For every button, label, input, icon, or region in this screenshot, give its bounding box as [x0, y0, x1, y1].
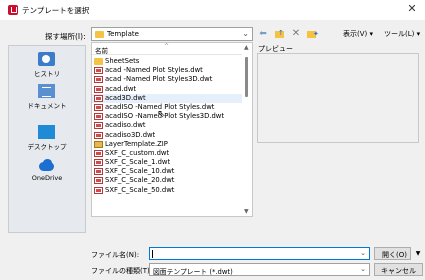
file-list-item[interactable]: acad -Named Plot Styles3D.dwt: [92, 75, 242, 84]
file-list-item[interactable]: SXF_C_Scale_10.dwt: [92, 167, 242, 176]
folder-icon: [95, 31, 104, 38]
up-arrow-icon: ↑: [278, 29, 284, 37]
dwt-file-icon: [94, 159, 103, 167]
places-sidebar: ヒストリ ドキュメント デスクトップ OneDrive: [8, 45, 86, 233]
preview-pane: [257, 53, 419, 143]
cancel-button-label: キャンセル: [381, 267, 416, 275]
open-options-dropdown[interactable]: ▼: [413, 247, 423, 260]
dwt-file-icon: [94, 103, 103, 111]
delete-button[interactable]: ✕: [290, 27, 302, 41]
file-list[interactable]: 名前 ^ SheetSets acad -Named Plot Styles.dw…: [91, 42, 253, 217]
file-list-item[interactable]: SXF_C_custom.dwt: [92, 149, 242, 158]
close-button[interactable]: ✕: [405, 2, 419, 16]
documents-icon: [38, 84, 55, 98]
file-list-item[interactable]: SheetSets: [92, 57, 242, 66]
place-history[interactable]: ヒストリ: [9, 50, 85, 80]
file-list-item[interactable]: acadiso.dwt: [92, 121, 242, 130]
folder-icon: [94, 58, 103, 65]
vertical-scrollbar[interactable]: ▲ ▼: [242, 43, 252, 216]
chevron-down-icon: ⌄: [360, 265, 366, 273]
filetype-value: 図面テンプレート (*.dwt): [153, 268, 233, 276]
open-button[interactable]: 開く(O): [374, 247, 411, 260]
sort-ascending-icon: ^: [164, 43, 170, 50]
filetype-label: ファイルの種類(T):: [91, 267, 153, 275]
create-folder-button[interactable]: ✦: [306, 27, 319, 41]
file-list-item[interactable]: acadISO -Named Plot Styles3D.dwt: [92, 112, 242, 121]
open-button-label: 開く(O): [382, 251, 407, 259]
file-name: SXF_C_Scale_20.dwt: [105, 176, 175, 185]
file-list-item[interactable]: SXF_C_Scale_20.dwt: [92, 176, 242, 185]
file-list-item[interactable]: LayerTemplate.ZIP: [92, 140, 242, 149]
file-list-item[interactable]: acad.dwt: [92, 85, 242, 94]
lookin-dropdown[interactable]: Template ⌄: [91, 27, 253, 41]
autocad-app-icon: [8, 5, 18, 15]
history-icon: [38, 52, 55, 66]
dwt-file-icon: [94, 168, 103, 176]
column-name-label: 名前: [95, 47, 108, 55]
window-title: テンプレートを選択: [22, 6, 90, 15]
tools-menu[interactable]: ツール(L) ▾: [384, 27, 424, 41]
text-caret: [152, 250, 153, 258]
lookin-label: 探す場所(I):: [45, 32, 86, 41]
filename-input[interactable]: ⌄: [149, 247, 370, 260]
dwt-file-icon: [94, 131, 103, 139]
file-name: LayerTemplate.ZIP: [105, 139, 168, 148]
dwt-file-icon: [94, 177, 103, 185]
onedrive-icon: [38, 158, 55, 172]
scroll-up-icon[interactable]: ▲: [244, 44, 249, 51]
file-name: SXF_C_custom.dwt: [105, 148, 170, 157]
dwt-file-icon: [94, 76, 103, 84]
file-list-item[interactable]: SXF_C_Scale_1.dwt: [92, 158, 242, 167]
dwt-file-icon: [94, 186, 103, 194]
file-name: SheetSets: [105, 57, 140, 65]
file-name: acad.dwt: [105, 84, 137, 93]
scroll-thumb[interactable]: [245, 57, 248, 97]
filetype-dropdown[interactable]: 図面テンプレート (*.dwt) ⌄: [149, 263, 370, 276]
file-list-item[interactable]: acadISO -Named Plot Styles.dwt: [92, 103, 242, 112]
file-name: acadiso.dwt: [105, 121, 146, 130]
back-button[interactable]: ⬅: [257, 27, 269, 41]
dwt-file-icon: [94, 85, 103, 93]
file-name: acadiso3D.dwt: [105, 130, 156, 139]
dwt-file-icon: [94, 122, 103, 130]
mouse-pointer-icon: ⇖: [157, 109, 166, 120]
place-documents[interactable]: ドキュメント: [9, 82, 85, 112]
file-name: acad -Named Plot Styles3D.dwt: [105, 75, 213, 84]
place-onedrive[interactable]: OneDrive: [9, 156, 85, 186]
chevron-down-icon[interactable]: ⌄: [360, 249, 366, 257]
file-name: SXF_C_Scale_10.dwt: [105, 167, 175, 176]
lookin-value: Template: [107, 30, 139, 38]
dwt-file-icon: [94, 67, 103, 75]
file-name: SXF_C_Scale_1.dwt: [105, 158, 171, 167]
views-menu[interactable]: 表示(V) ▾: [343, 27, 379, 41]
dwt-file-icon: [94, 94, 103, 102]
dwt-file-icon: [94, 149, 103, 157]
place-desktop[interactable]: デスクトップ: [9, 123, 85, 153]
dwt-file-icon: [94, 113, 103, 121]
file-list-item[interactable]: SXF_C_Scale_50.dwt: [92, 186, 242, 195]
filename-label: ファイル名(N):: [91, 251, 140, 259]
cancel-button[interactable]: キャンセル: [374, 263, 423, 276]
up-one-level-button[interactable]: ↑: [273, 27, 285, 41]
file-list-item[interactable]: acadiso3D.dwt: [92, 131, 242, 140]
chevron-down-icon: ⌄: [242, 29, 249, 38]
file-name: acad -Named Plot Styles.dwt: [105, 66, 203, 75]
title-bar: テンプレートを選択 ✕: [0, 0, 425, 20]
scroll-down-icon[interactable]: ▼: [244, 208, 249, 215]
file-rows: SheetSets acad -Named Plot Styles.dwt acad…: [92, 57, 242, 195]
sparkle-icon: ✦: [313, 30, 319, 38]
file-list-item[interactable]: acad -Named Plot Styles.dwt: [92, 66, 242, 75]
column-header-name[interactable]: 名前 ^: [92, 43, 242, 55]
file-list-item[interactable]: acad3D.dwt: [92, 93, 242, 103]
file-name: acad3D.dwt: [105, 93, 146, 102]
zip-file-icon: [94, 140, 103, 148]
file-name: SXF_C_Scale_50.dwt: [105, 185, 175, 194]
desktop-icon: [38, 125, 55, 139]
